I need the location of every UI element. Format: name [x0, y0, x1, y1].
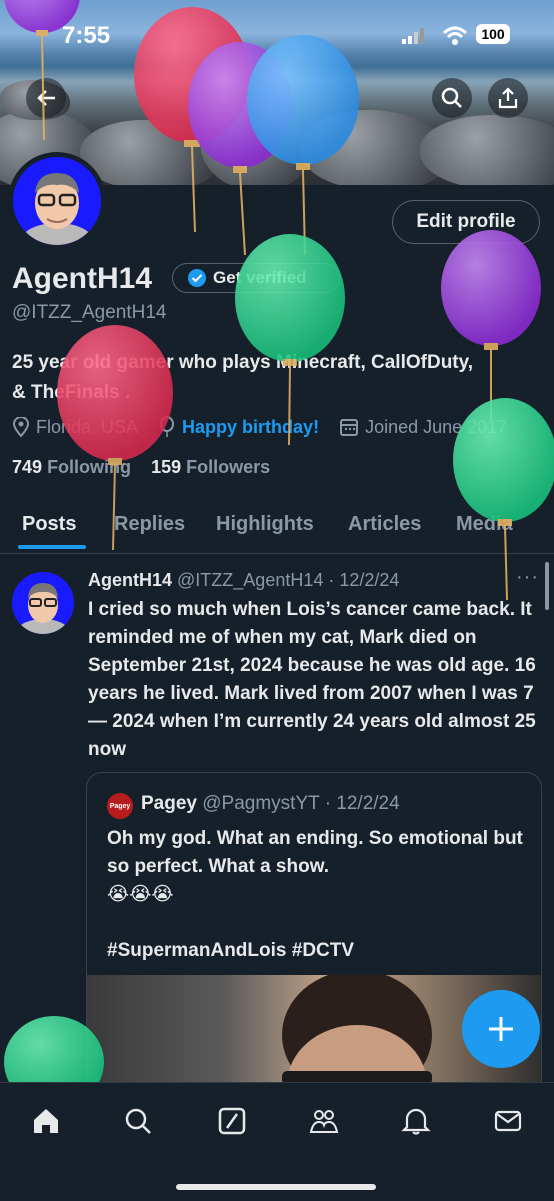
nav-grok[interactable] — [212, 1101, 252, 1141]
messages-icon — [494, 1110, 522, 1132]
communities-icon — [309, 1110, 339, 1133]
nav-notifications[interactable] — [396, 1101, 436, 1141]
nav-communities[interactable] — [304, 1101, 344, 1141]
plus-icon — [489, 1017, 513, 1041]
home-indicator — [176, 1184, 376, 1190]
balloon-purple — [441, 230, 541, 420]
balloon-green — [453, 398, 554, 601]
balloon-red — [57, 325, 173, 551]
balloon-blue — [247, 35, 359, 256]
balloon-purple — [4, 0, 80, 141]
compose-post-button[interactable] — [462, 990, 540, 1068]
nav-messages[interactable] — [488, 1101, 528, 1141]
nav-search-icon — [125, 1108, 151, 1134]
notifications-icon — [401, 1108, 431, 1135]
nav-search[interactable] — [118, 1101, 158, 1141]
balloon-green — [235, 234, 345, 446]
grok-icon — [218, 1107, 246, 1135]
home-icon — [34, 1109, 58, 1133]
nav-home[interactable] — [26, 1101, 66, 1141]
